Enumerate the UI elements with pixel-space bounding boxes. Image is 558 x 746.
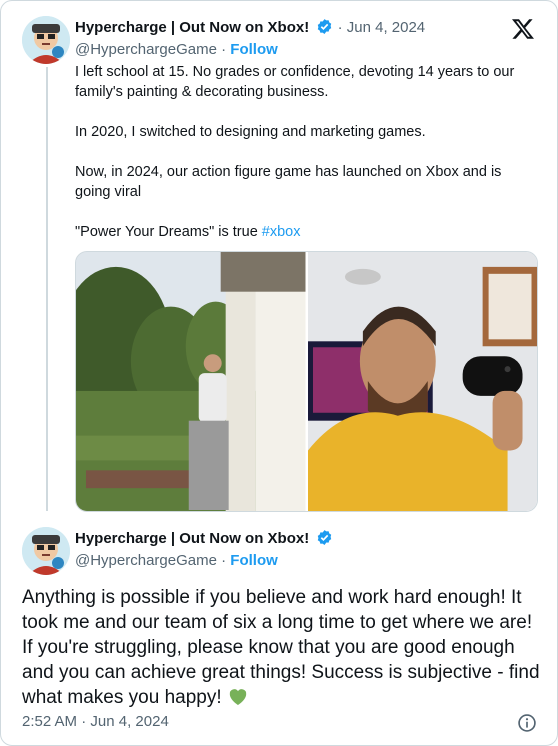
tweet-date[interactable]: Jun 4, 2024 [347, 19, 425, 36]
tweet-paragraph-3: Now, in 2024, our action figure game has… [75, 164, 502, 200]
handle[interactable]: @HyperchargeGame [75, 552, 217, 569]
tweet-time: 2:52 AM [22, 713, 78, 730]
display-name[interactable]: Hypercharge | Out Now on Xbox! [75, 19, 309, 36]
avatar[interactable] [22, 527, 70, 575]
reply-tweet-subheader: @HyperchargeGame · Follow [75, 551, 278, 571]
separator-dot: · [81, 713, 87, 730]
green-heart-icon [229, 689, 247, 706]
tweet-media-grid [75, 251, 538, 512]
tweet-paragraph-2: In 2020, I switched to designing and mar… [75, 124, 426, 140]
separator-dot: · [337, 19, 343, 36]
tweet-paragraph-4: "Power Your Dreams" is true #xbox [75, 222, 535, 242]
tweet-paragraph-1: I left school at 15. No grades or confid… [75, 64, 515, 100]
separator-dot: · [221, 552, 227, 569]
man-painting-house-photo[interactable] [76, 252, 306, 511]
verified-badge-icon [318, 530, 332, 545]
handle[interactable]: @HyperchargeGame [75, 41, 217, 58]
tweet-date: Jun 4, 2024 [90, 713, 169, 730]
hashtag-link[interactable]: #xbox [262, 224, 301, 240]
parent-tweet-subheader: @HyperchargeGame · Follow [75, 40, 278, 60]
tweet-timestamp[interactable]: 2:52 AM · Jun 4, 2024 [22, 713, 169, 730]
man-holding-xbox-controller-photo[interactable] [307, 252, 537, 511]
x-logo-icon[interactable] [511, 17, 535, 41]
avatar[interactable] [22, 16, 70, 64]
avatar-illustration [22, 527, 70, 575]
reply-tweet-text: Anything is possible if you believe and … [22, 585, 542, 710]
painting-photo-drawing [76, 252, 306, 511]
reply-text-body: Anything is possible if you believe and … [22, 587, 540, 708]
thread-connector-line [46, 67, 48, 511]
tweet-quote-text: "Power Your Dreams" is true [75, 224, 262, 240]
controller-photo-drawing [307, 252, 537, 511]
avatar-illustration [22, 16, 70, 64]
embedded-tweet-card: Hypercharge | Out Now on Xbox! · Jun 4, … [0, 0, 558, 746]
display-name[interactable]: Hypercharge | Out Now on Xbox! [75, 530, 309, 547]
parent-tweet-header: Hypercharge | Out Now on Xbox! · Jun 4, … [75, 18, 425, 38]
reply-tweet-header: Hypercharge | Out Now on Xbox! [75, 529, 333, 549]
separator-dot: · [221, 41, 227, 58]
verified-badge-icon [318, 19, 332, 34]
info-icon[interactable] [517, 713, 537, 733]
follow-button[interactable]: Follow [230, 41, 278, 58]
follow-button[interactable]: Follow [230, 552, 278, 569]
